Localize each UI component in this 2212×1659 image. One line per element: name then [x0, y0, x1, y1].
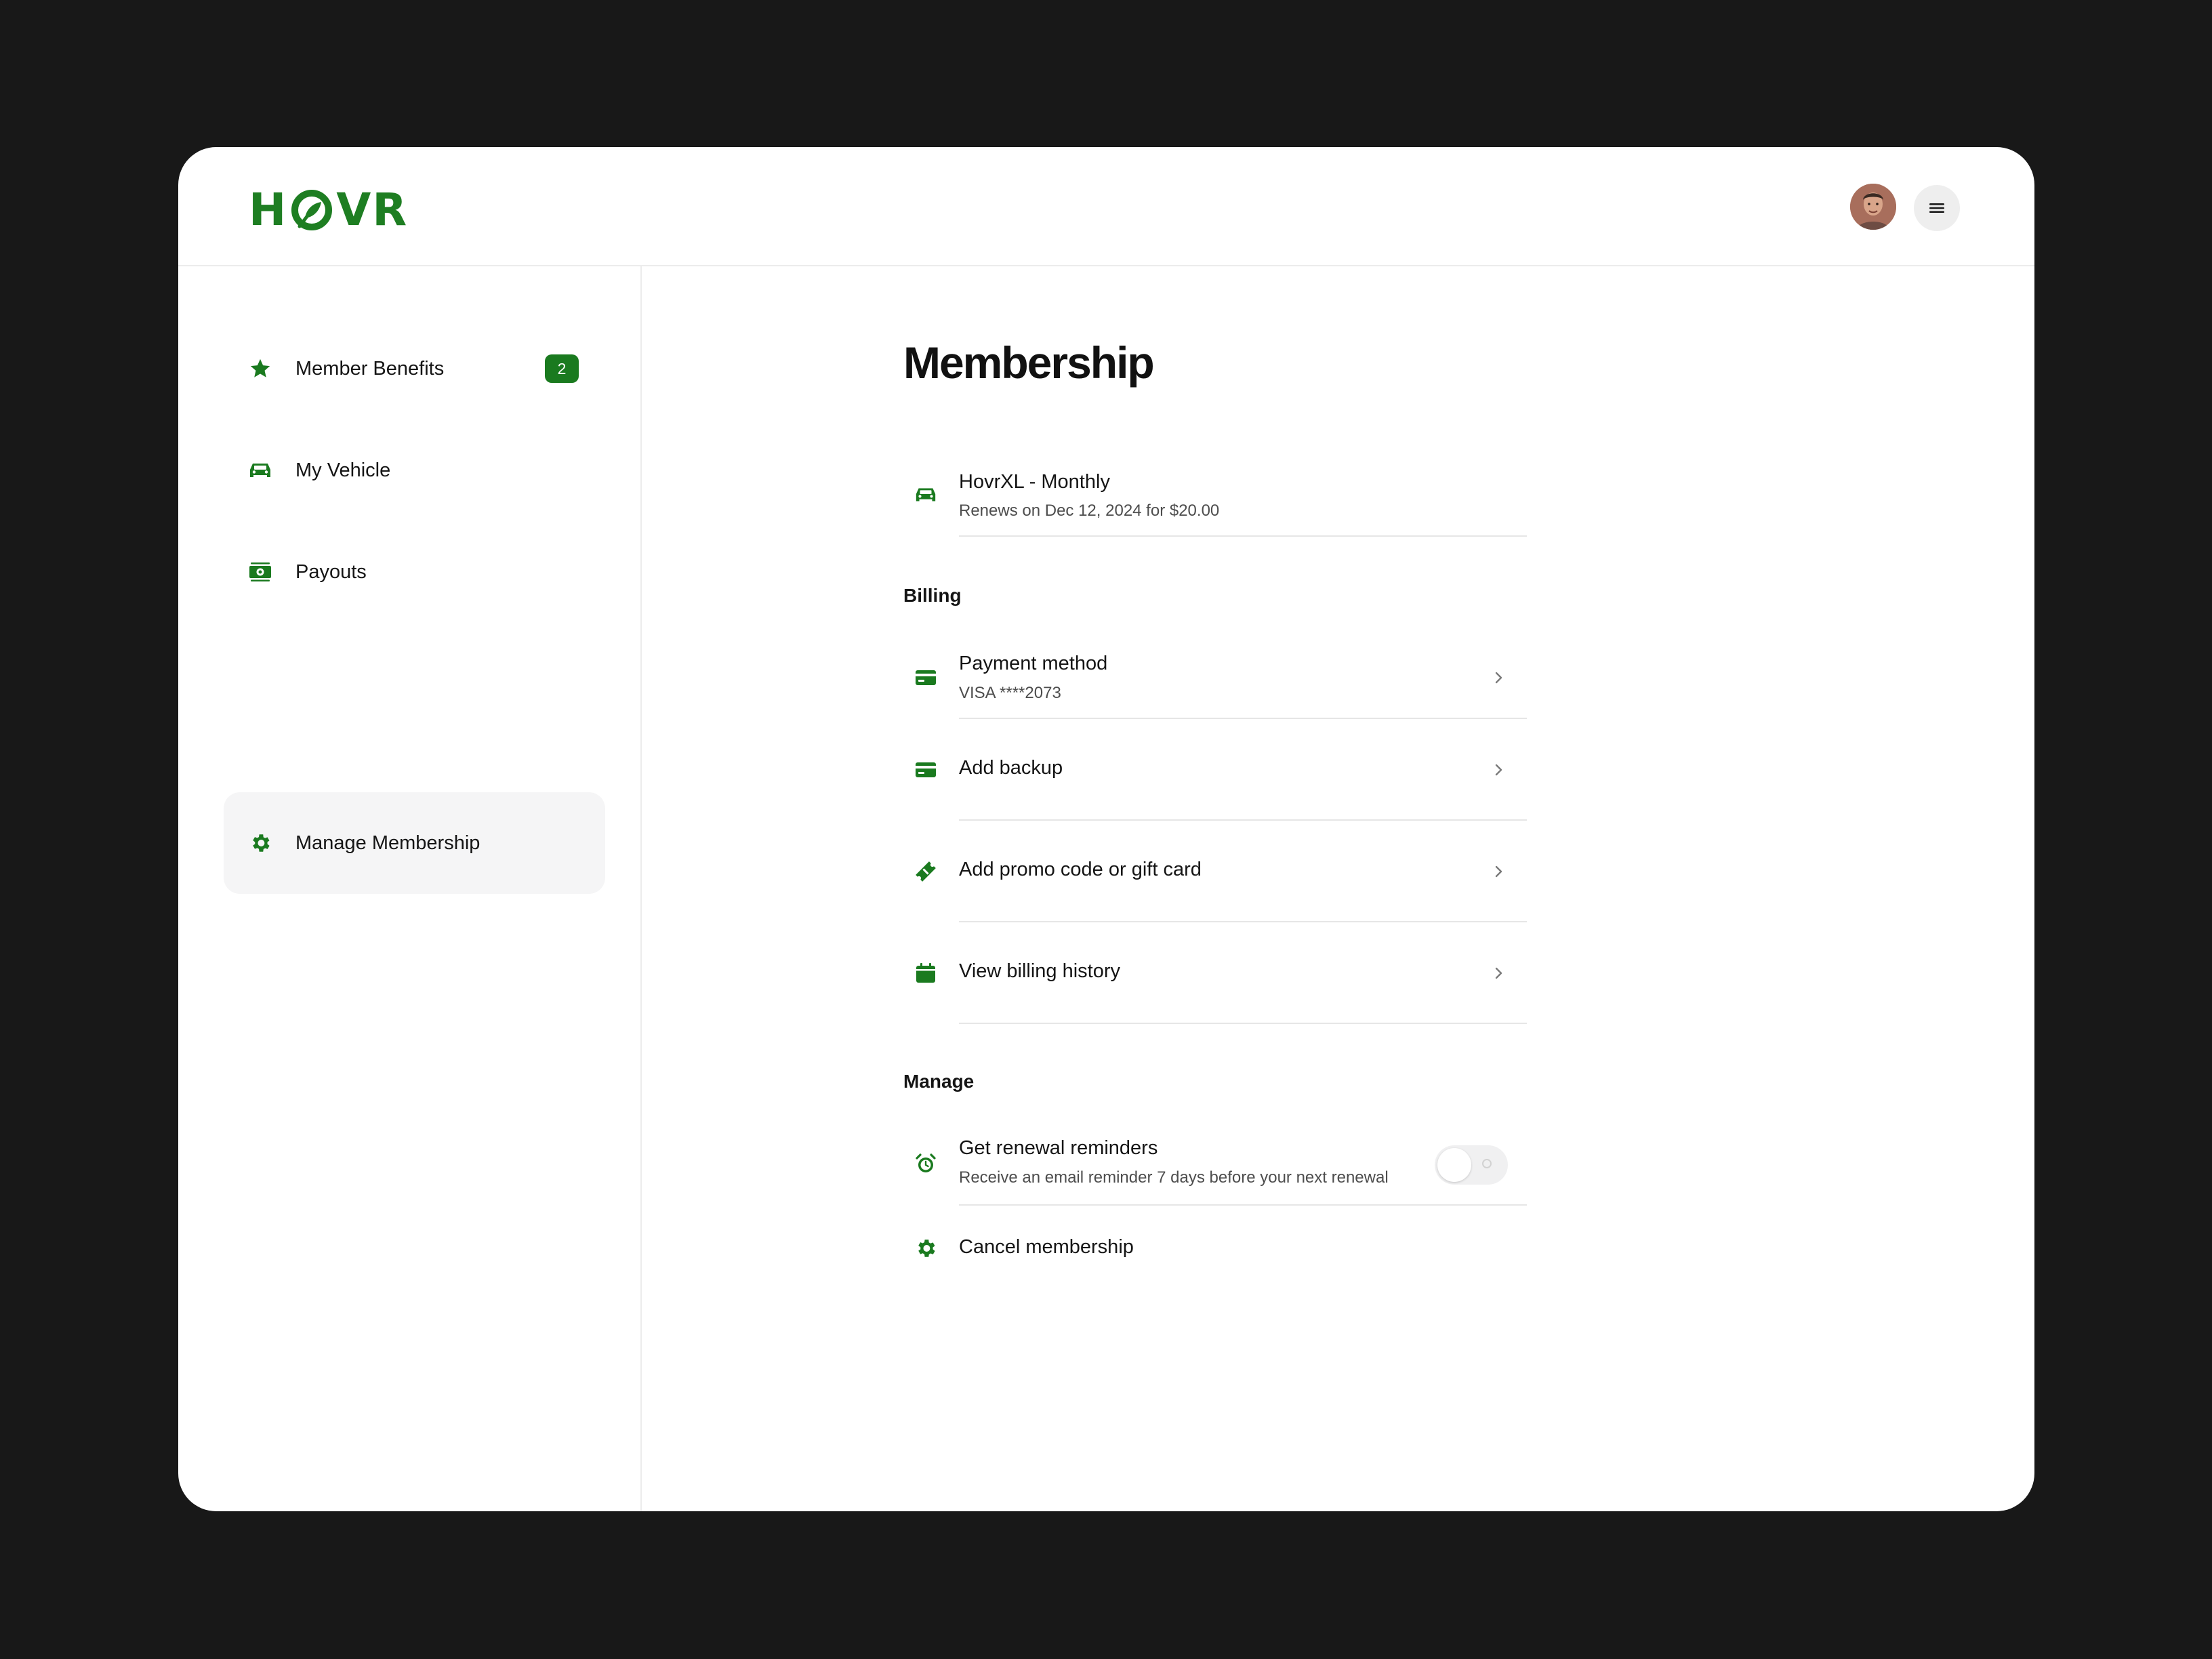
- hamburger-menu-icon: [1929, 203, 1944, 213]
- hamburger-menu-button[interactable]: [1914, 185, 1960, 231]
- sidebar-item-my-vehicle[interactable]: My Vehicle: [224, 419, 605, 521]
- gear-icon: [247, 830, 274, 857]
- app-window: H VR Member Benefits 2 My Vehicle Payout…: [178, 147, 2034, 1511]
- sidebar-item-label: Manage Membership: [295, 832, 480, 854]
- sidebar-item-label: Payouts: [295, 560, 367, 583]
- toggle-knob: [1437, 1148, 1471, 1182]
- divider: [959, 535, 1527, 537]
- user-avatar[interactable]: [1850, 184, 1896, 230]
- plan-summary-row: HovrXL - Monthly Renews on Dec 12, 2024 …: [903, 456, 1527, 537]
- sidebar-item-label: My Vehicle: [295, 459, 391, 481]
- add-backup-row[interactable]: Add backup: [903, 719, 1527, 821]
- calendar-icon: [914, 962, 937, 985]
- chevron-right-icon: [1490, 863, 1507, 880]
- star-icon: [247, 355, 274, 382]
- renewal-reminders-description: Receive an email reminder 7 days before …: [959, 1168, 1389, 1187]
- page-title: Membership: [903, 337, 1155, 388]
- car-icon: [914, 483, 937, 506]
- add-promo-row[interactable]: Add promo code or gift card: [903, 821, 1527, 922]
- divider: [959, 1023, 1527, 1024]
- alarm-clock-icon: [914, 1152, 937, 1175]
- sidebar-item-payouts[interactable]: Payouts: [224, 521, 605, 623]
- hovr-logo[interactable]: H VR: [249, 188, 408, 232]
- sidebar-item-label: Member Benefits: [295, 357, 445, 380]
- plan-renewal-text: Renews on Dec 12, 2024 for $20.00: [959, 501, 1220, 520]
- credit-card-icon: [914, 758, 937, 781]
- notification-badge: 2: [545, 354, 579, 383]
- logo-text-left: H: [249, 184, 288, 236]
- payment-method-row[interactable]: Payment method VISA ****2073: [903, 638, 1527, 719]
- car-icon: [247, 457, 274, 484]
- leaf-logo-icon: [291, 190, 333, 230]
- manage-section-title: Manage: [903, 1071, 975, 1092]
- payment-method-label: Payment method: [959, 653, 1108, 674]
- sidebar-item-manage-membership[interactable]: Manage Membership: [224, 792, 605, 894]
- top-bar: H VR: [178, 147, 2034, 266]
- chevron-right-icon: [1490, 965, 1507, 981]
- renewal-reminders-label: Get renewal reminders: [959, 1137, 1158, 1159]
- toggle-off-indicator-icon: [1482, 1159, 1492, 1168]
- cancel-membership-row[interactable]: Cancel membership: [903, 1206, 1527, 1307]
- add-backup-label: Add backup: [959, 757, 1063, 779]
- chevron-right-icon: [1490, 670, 1507, 686]
- plan-name: HovrXL - Monthly: [959, 471, 1110, 493]
- avatar-photo-icon: [1850, 184, 1896, 230]
- gear-icon: [914, 1237, 937, 1260]
- money-icon: [247, 558, 274, 586]
- ticket-icon: [914, 860, 937, 883]
- payment-method-value: VISA ****2073: [959, 684, 1061, 702]
- credit-card-icon: [914, 666, 937, 689]
- cancel-membership-label: Cancel membership: [959, 1236, 1134, 1258]
- renewal-reminders-toggle[interactable]: [1435, 1145, 1508, 1185]
- chevron-right-icon: [1490, 762, 1507, 778]
- sidebar-item-member-benefits[interactable]: Member Benefits 2: [224, 318, 605, 419]
- billing-history-row[interactable]: View billing history: [903, 922, 1527, 1024]
- billing-history-label: View billing history: [959, 960, 1121, 982]
- renewal-reminders-row: Get renewal reminders Receive an email r…: [903, 1124, 1527, 1206]
- main-content: Membership HovrXL - Monthly Renews on De…: [642, 266, 2034, 1511]
- billing-section-title: Billing: [903, 585, 962, 606]
- add-promo-label: Add promo code or gift card: [959, 859, 1202, 880]
- sidebar: Member Benefits 2 My Vehicle Payouts Man…: [178, 266, 642, 1511]
- logo-text-right: VR: [336, 184, 409, 236]
